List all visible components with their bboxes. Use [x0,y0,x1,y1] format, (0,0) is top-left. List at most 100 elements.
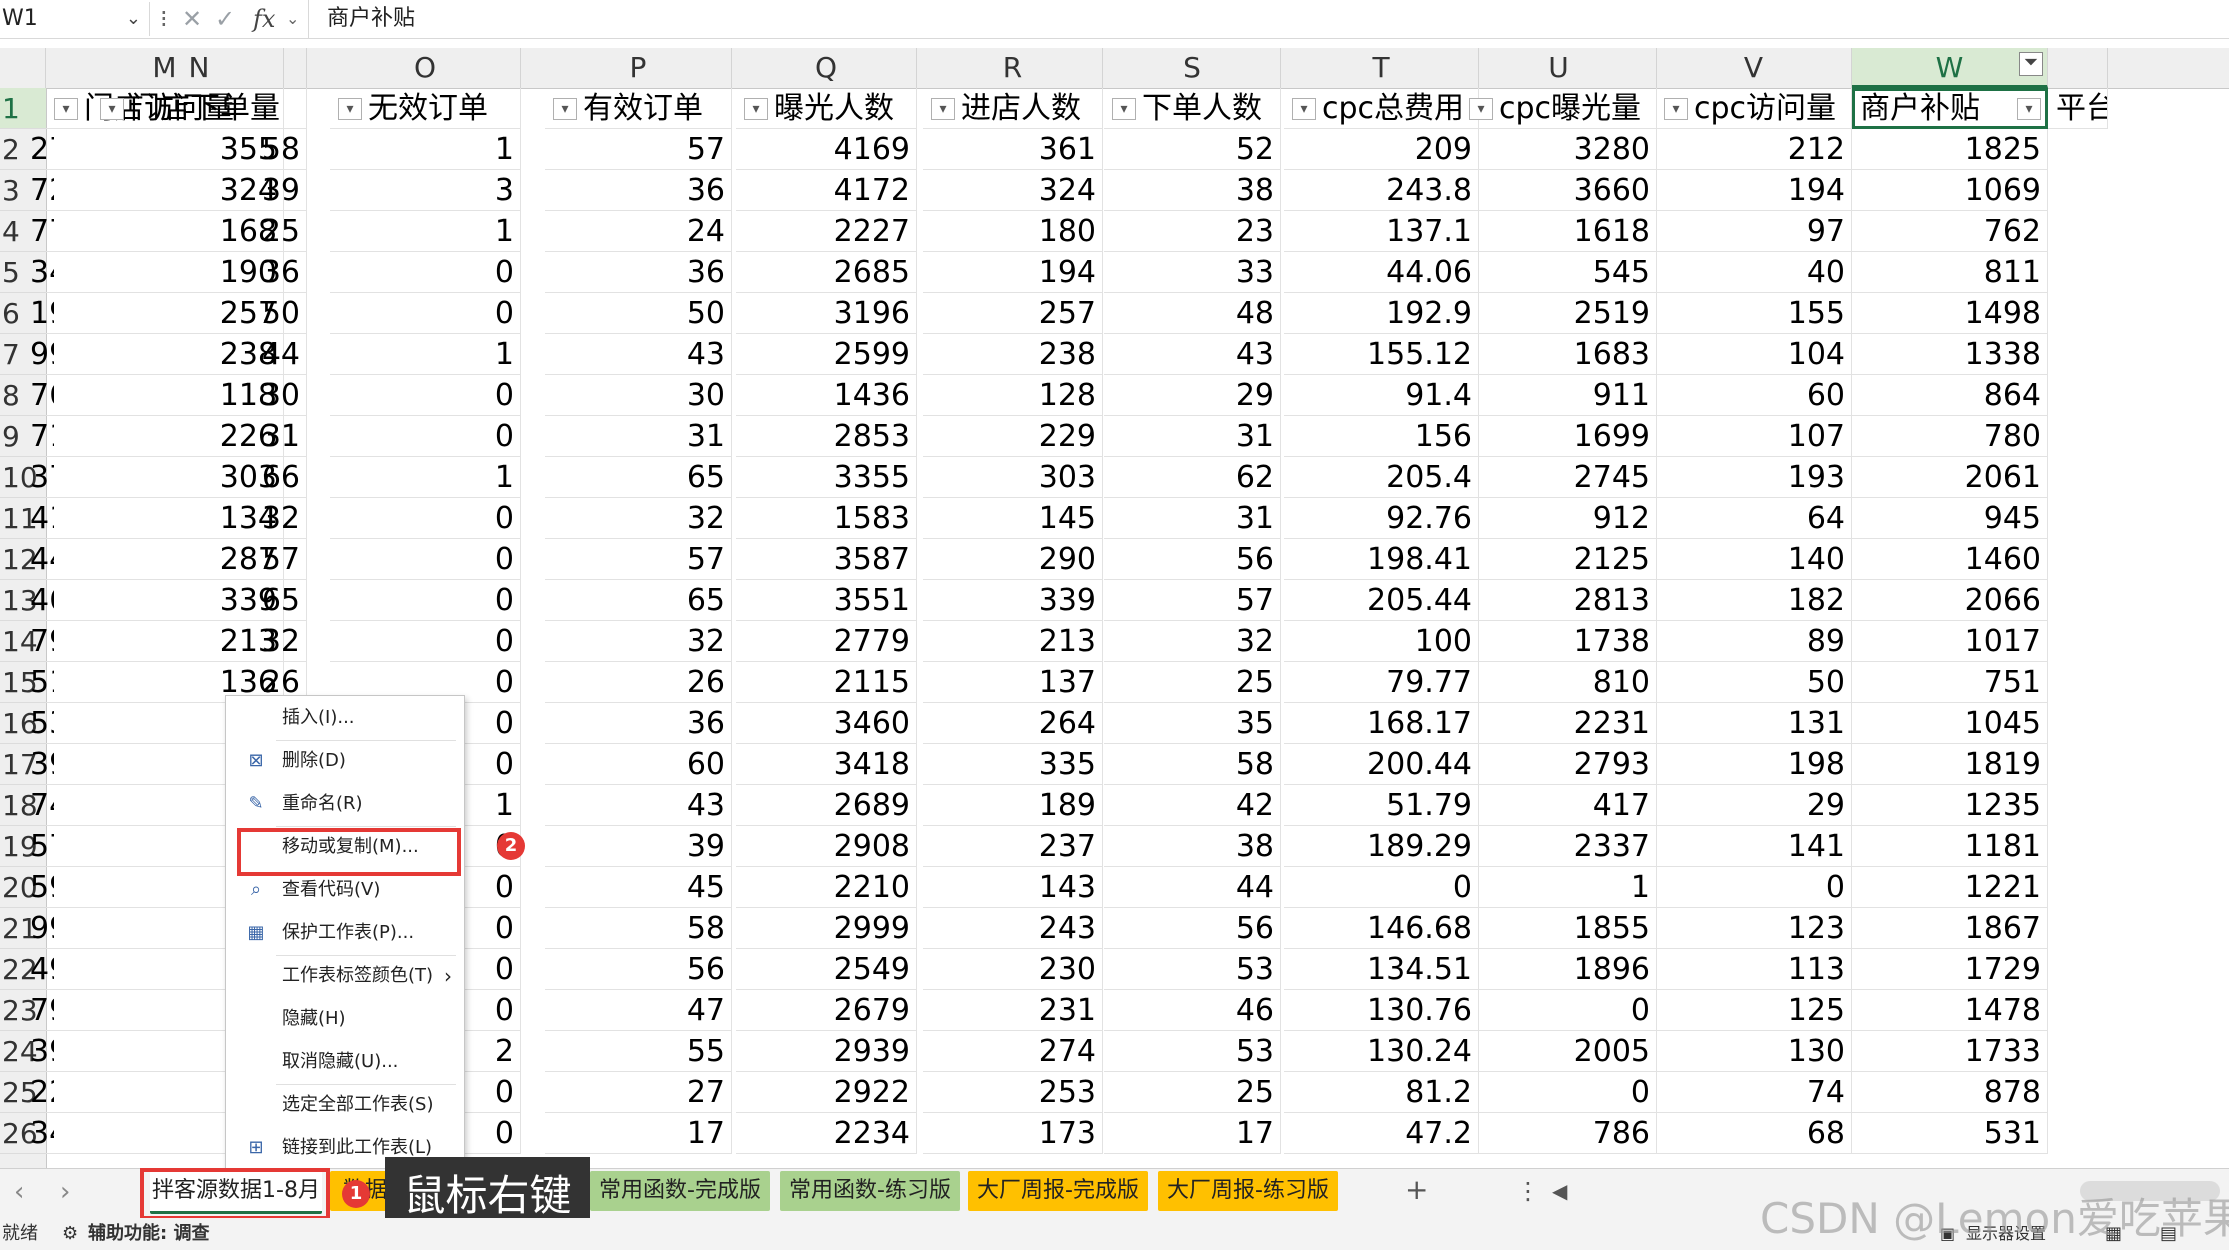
table-cell[interactable]: 36 [545,170,732,211]
table-cell[interactable]: 43 [545,785,732,826]
table-cell[interactable]: 168.17 [1284,703,1479,744]
table-cell[interactable]: 0 [330,416,521,457]
table-cell[interactable]: 194 [923,252,1103,293]
table-cell[interactable]: 1583 [736,498,917,539]
table-cell[interactable]: 4172 [736,170,917,211]
table-cell[interactable]: 335 [923,744,1103,785]
header-cell[interactable]: ▾ 下单人数 [1104,88,1281,129]
table-cell[interactable]: 43 [1104,334,1281,375]
context-menu-item[interactable]: ▦ 保护工作表(P)... [226,913,464,953]
header-cell[interactable]: ▾ 有效订单 [545,88,732,129]
formula-input[interactable]: 商户补贴 [308,0,2208,38]
table-cell[interactable]: 29 [1104,375,1281,416]
table-cell[interactable]: 32 [545,498,732,539]
table-cell[interactable]: 180 [923,211,1103,252]
table-cell[interactable]: 35 [1104,703,1281,744]
table-cell[interactable]: 123 [1656,908,1852,949]
table-cell[interactable]: 2922 [736,1072,917,1113]
table-cell[interactable]: 45 [545,867,732,908]
table-cell[interactable]: 2939 [736,1031,917,1072]
table-cell[interactable]: 810 [1461,662,1657,703]
table-cell[interactable]: 230 [923,949,1103,990]
table-cell[interactable]: 31 [545,416,732,457]
table-cell[interactable]: 1338 [1852,334,2048,375]
table-cell[interactable]: 1 [330,211,521,252]
table-cell[interactable]: 0 [330,375,521,416]
table-cell[interactable]: 274 [923,1031,1103,1072]
table-cell[interactable]: 66 [92,457,307,498]
table-cell[interactable]: 290 [923,539,1103,580]
table-cell[interactable]: 58 [92,129,307,170]
table-cell[interactable]: 198.41 [1284,539,1479,580]
table-cell[interactable]: 1738 [1461,621,1657,662]
table-cell[interactable]: 243 [923,908,1103,949]
filter-dropdown-icon[interactable]: ▾ [100,98,124,120]
tab-scroll-right-icon[interactable]: › [60,1177,70,1207]
table-cell[interactable]: 0 [330,580,521,621]
context-menu-item[interactable]: 选定全部工作表(S) [226,1085,464,1125]
filter-dropdown-icon[interactable]: ▾ [54,98,78,120]
table-cell[interactable]: 1235 [1852,785,2048,826]
table-cell[interactable]: 31 [92,416,307,457]
context-menu-item[interactable]: ⌕ 查看代码(V) [226,870,464,910]
table-cell[interactable]: 50 [545,293,732,334]
table-cell[interactable]: 2005 [1461,1031,1657,1072]
table-cell[interactable]: 44 [92,334,307,375]
table-cell[interactable]: 1683 [1461,334,1657,375]
table-cell[interactable]: 89 [1656,621,1852,662]
row-header[interactable]: 1 [0,88,46,129]
table-cell[interactable]: 182 [1656,580,1852,621]
table-cell[interactable]: 786 [1461,1113,1657,1154]
accessibility-icon[interactable]: ⚙ [62,1218,78,1250]
table-cell[interactable]: 339 [923,580,1103,621]
table-cell[interactable]: 57 [1104,580,1281,621]
table-cell[interactable]: 2999 [736,908,917,949]
scroll-left-triangle-icon[interactable]: ◀ [1552,1179,1567,1203]
table-cell[interactable]: 81.2 [1284,1072,1479,1113]
table-cell[interactable]: 2549 [736,949,917,990]
table-cell[interactable]: 25 [1104,1072,1281,1113]
table-cell[interactable]: 811 [1852,252,2048,293]
table-cell[interactable]: 238 [923,334,1103,375]
context-menu-item[interactable]: ⊠ 删除(D) [226,741,464,781]
table-cell[interactable]: 0 [330,498,521,539]
table-cell[interactable]: 3 [330,170,521,211]
table-cell[interactable]: 864 [1852,375,2048,416]
table-cell[interactable]: 155.12 [1284,334,1479,375]
table-cell[interactable]: 125 [1656,990,1852,1031]
table-cell[interactable]: 64 [1656,498,1852,539]
table-cell[interactable]: 25 [92,211,307,252]
table-cell[interactable]: 131 [1656,703,1852,744]
table-cell[interactable]: 146.68 [1284,908,1479,949]
filter-dropdown-icon[interactable]: ▾ [744,98,768,120]
table-cell[interactable]: 50 [1656,662,1852,703]
header-cell[interactable]: ▾ 无效订单 [330,88,521,129]
table-cell[interactable]: 100 [1284,621,1479,662]
table-cell[interactable]: 17 [1104,1113,1281,1154]
table-cell[interactable]: 780 [1852,416,2048,457]
table-cell[interactable]: 361 [923,129,1103,170]
table-cell[interactable]: 39 [92,170,307,211]
fx-dropdown-icon[interactable]: ⌄ [286,4,299,34]
table-cell[interactable]: 1 [330,129,521,170]
table-cell[interactable]: 229 [923,416,1103,457]
table-cell[interactable]: 1855 [1461,908,1657,949]
table-cell[interactable]: 3418 [736,744,917,785]
table-cell[interactable]: 60 [545,744,732,785]
select-all-corner[interactable] [0,48,46,88]
column-header-q[interactable]: Q [736,48,917,88]
table-cell[interactable]: 32 [92,498,307,539]
table-cell[interactable]: 42 [1104,785,1281,826]
table-cell[interactable]: 3460 [736,703,917,744]
table-cell[interactable]: 0 [1284,867,1479,908]
header-cell[interactable]: ▾ 商户补贴 [1852,88,2048,129]
column-header-v[interactable]: V [1656,48,1852,88]
table-cell[interactable]: 145 [923,498,1103,539]
table-cell[interactable]: 878 [1852,1072,2048,1113]
table-cell[interactable]: 1618 [1461,211,1657,252]
table-cell[interactable]: 2685 [736,252,917,293]
context-menu-item[interactable]: 工作表标签颜色(T) › [226,956,464,996]
table-cell[interactable]: 32 [545,621,732,662]
header-cell[interactable]: ▾ 进店人数 [923,88,1103,129]
table-cell[interactable]: 155 [1656,293,1852,334]
